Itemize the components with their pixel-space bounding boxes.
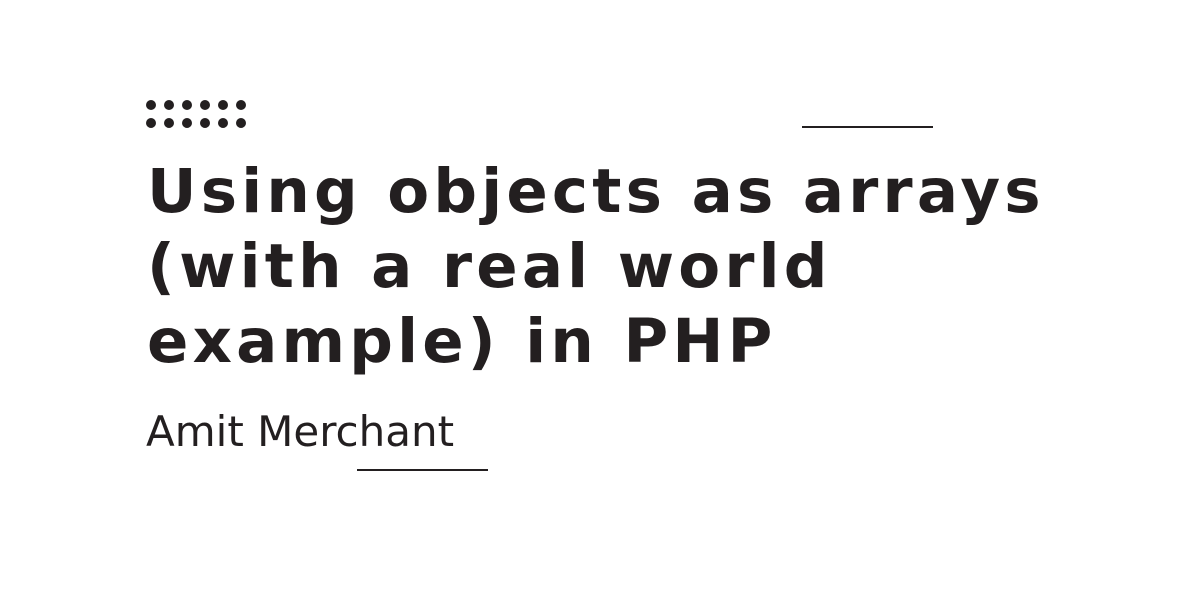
- dot-grid-icon: [146, 100, 246, 128]
- decorative-divider-bottom: [357, 469, 488, 471]
- post-title-line: example) in PHP: [147, 306, 777, 377]
- decorative-divider-top: [802, 126, 933, 128]
- post-title-line: Using objects as arrays: [147, 156, 1045, 227]
- author-name: Amit Merchant: [146, 407, 455, 456]
- post-title: Using objects as arrays (with a real wor…: [147, 154, 1147, 379]
- post-title-line: (with a real world: [147, 231, 832, 302]
